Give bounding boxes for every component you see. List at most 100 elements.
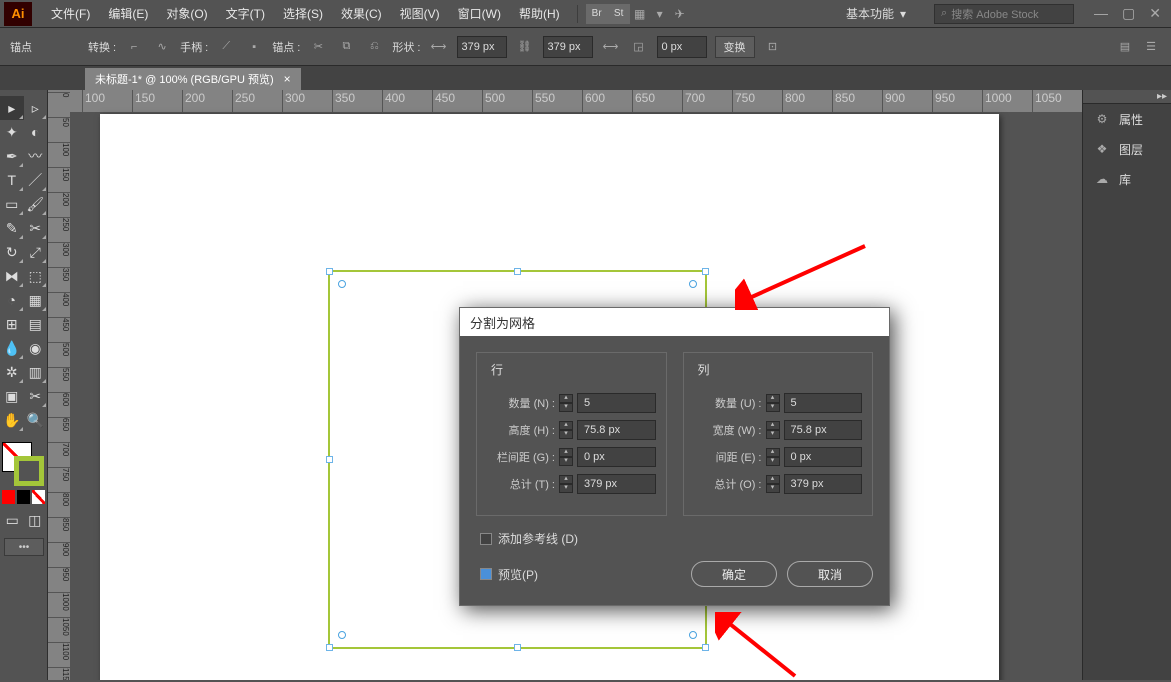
menu-text[interactable]: 文字(T) [217, 1, 274, 26]
row-count-input[interactable]: 5 [577, 393, 656, 413]
stepper-up[interactable]: ▴ [766, 448, 780, 457]
handle-show-icon[interactable]: ⟋ [216, 37, 236, 57]
remove-anchor-icon[interactable]: ✂ [308, 37, 328, 57]
stepper-down[interactable]: ▾ [766, 403, 780, 412]
menu-window[interactable]: 窗口(W) [449, 1, 510, 26]
rectangle-tool[interactable]: ▭ [0, 192, 24, 216]
slice-tool[interactable]: ✂ [24, 384, 48, 408]
hand-tool[interactable]: ✋ [0, 408, 24, 432]
stepper-up[interactable]: ▴ [766, 475, 780, 484]
handle-w[interactable] [326, 456, 333, 463]
add-guides-checkbox[interactable]: 添加参考线 (D) [480, 530, 873, 547]
maximize-button[interactable]: ▢ [1122, 5, 1135, 22]
handle-nw[interactable] [326, 268, 333, 275]
corner-widget-sw[interactable] [338, 631, 346, 639]
stepper-up[interactable]: ▴ [766, 394, 780, 403]
convert-corner-icon[interactable]: ⌐ [124, 37, 144, 57]
gradient-tool[interactable]: ▤ [24, 312, 48, 336]
eraser-tool[interactable]: ✂ [24, 216, 48, 240]
convert-smooth-icon[interactable]: ∿ [152, 37, 172, 57]
cancel-button[interactable]: 取消 [787, 561, 873, 587]
menu-help[interactable]: 帮助(H) [510, 1, 569, 26]
arrange-icon[interactable]: ▦ [630, 4, 650, 24]
handle-ne[interactable] [702, 268, 709, 275]
stepper-up[interactable]: ▴ [559, 421, 573, 430]
menu-file[interactable]: 文件(F) [42, 1, 99, 26]
collapse-panels-button[interactable]: ▸▸ [1083, 90, 1171, 104]
stock-button[interactable]: St [608, 4, 630, 24]
color-mode-fill[interactable] [2, 490, 15, 504]
transform-button[interactable]: 变换 [715, 36, 755, 58]
selection-tool[interactable]: ▸ [0, 96, 24, 120]
corner-type-icon[interactable]: ◲ [629, 37, 649, 57]
shape-builder-tool[interactable]: ◔ [0, 288, 24, 312]
color-mode-none[interactable] [32, 490, 45, 504]
stepper-down[interactable]: ▾ [766, 484, 780, 493]
edit-toolbar-button[interactable]: ••• [4, 538, 44, 556]
stepper-down[interactable]: ▾ [766, 430, 780, 439]
stepper-down[interactable]: ▾ [559, 430, 573, 439]
bridge-button[interactable]: Br [586, 4, 608, 24]
panel-libraries[interactable]: ☁库 [1083, 164, 1171, 194]
curvature-tool[interactable]: 〰 [24, 144, 48, 168]
paintbrush-tool[interactable]: 🖌 [24, 192, 48, 216]
stepper-down[interactable]: ▾ [559, 403, 573, 412]
stepper-down[interactable]: ▾ [766, 457, 780, 466]
close-button[interactable]: ✕ [1149, 5, 1161, 22]
chevron-down-icon[interactable]: ▾ [650, 4, 670, 24]
magic-wand-tool[interactable]: ✦ [0, 120, 24, 144]
document-tab[interactable]: 未标题-1* @ 100% (RGB/GPU 预览) × [85, 68, 301, 90]
col-count-input[interactable]: 5 [784, 393, 863, 413]
corner-radius-input[interactable]: 0 px [657, 36, 707, 58]
link-icon[interactable]: ⛓ [515, 37, 535, 57]
eyedropper-tool[interactable]: 💧 [0, 336, 24, 360]
shape-width-input[interactable]: 379 px [457, 36, 507, 58]
cut-path-icon[interactable]: ⎌ [364, 37, 384, 57]
lasso-tool[interactable]: ◐ [24, 120, 48, 144]
menu-edit[interactable]: 编辑(E) [99, 1, 157, 26]
width-tool[interactable]: ⧓ [0, 264, 24, 288]
corner-widget-se[interactable] [689, 631, 697, 639]
draw-mode-icon[interactable]: ◫ [25, 508, 46, 532]
gpu-icon[interactable]: ✈ [670, 4, 690, 24]
row-height-input[interactable]: 75.8 px [577, 420, 656, 440]
pen-tool[interactable]: ✒ [0, 144, 24, 168]
connect-anchor-icon[interactable]: ⧉ [336, 37, 356, 57]
menu-view[interactable]: 视图(V) [391, 1, 449, 26]
menu-effect[interactable]: 效果(C) [332, 1, 391, 26]
col-width-input[interactable]: 75.8 px [784, 420, 863, 440]
isolate-icon[interactable]: ⊡ [763, 37, 783, 57]
options-menu-icon[interactable]: ☰ [1141, 37, 1161, 57]
type-tool[interactable]: T [0, 168, 24, 192]
menu-select[interactable]: 选择(S) [274, 1, 332, 26]
ok-button[interactable]: 确定 [691, 561, 777, 587]
minimize-button[interactable]: — [1094, 5, 1108, 22]
graph-tool[interactable]: ▥ [24, 360, 48, 384]
row-gutter-input[interactable]: 0 px [577, 447, 656, 467]
color-mode-gradient[interactable] [17, 490, 30, 504]
blend-tool[interactable]: ◉ [24, 336, 48, 360]
shaper-tool[interactable]: ✎ [0, 216, 24, 240]
artboard-tool[interactable]: ▣ [0, 384, 24, 408]
screen-mode-icon[interactable]: ▭ [2, 508, 23, 532]
symbol-sprayer-tool[interactable]: ✲ [0, 360, 24, 384]
stepper-up[interactable]: ▴ [559, 394, 573, 403]
handle-sw[interactable] [326, 644, 333, 651]
stepper-up[interactable]: ▴ [559, 448, 573, 457]
perspective-tool[interactable]: ▦ [24, 288, 48, 312]
stroke-swatch[interactable] [14, 456, 44, 486]
col-total-input[interactable]: 379 px [784, 474, 863, 494]
stepper-down[interactable]: ▾ [559, 457, 573, 466]
workspace-selector[interactable]: 基本功能 ▾ [836, 2, 924, 25]
line-tool[interactable]: ／ [24, 168, 48, 192]
shape-height-input[interactable]: 379 px [543, 36, 593, 58]
menu-object[interactable]: 对象(O) [157, 1, 216, 26]
free-transform-tool[interactable]: ⬚ [24, 264, 48, 288]
stepper-up[interactable]: ▴ [559, 475, 573, 484]
direct-selection-tool[interactable]: ▹ [24, 96, 48, 120]
handle-se[interactable] [702, 644, 709, 651]
handle-n[interactable] [514, 268, 521, 275]
handle-hide-icon[interactable]: ▪ [244, 37, 264, 57]
col-gap-input[interactable]: 0 px [784, 447, 863, 467]
align-icon[interactable]: ▤ [1115, 37, 1135, 57]
